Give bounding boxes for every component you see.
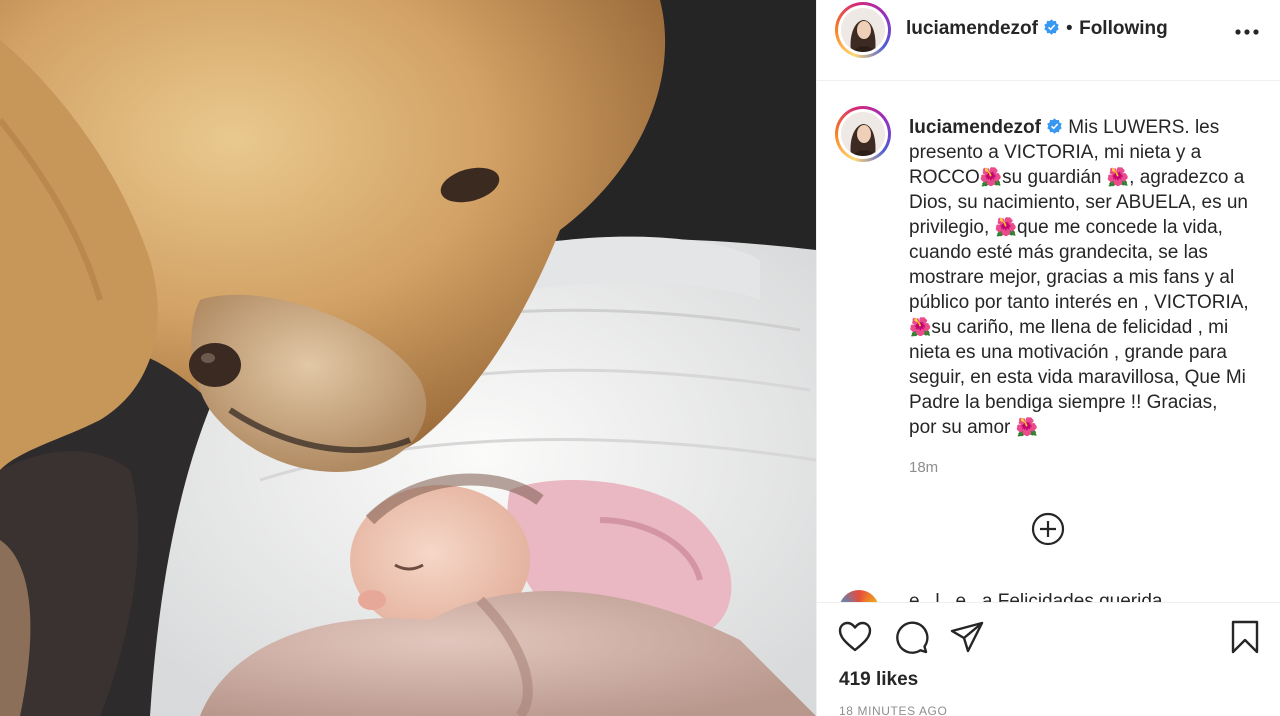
hibiscus-emoji: 🌺 [909, 317, 932, 337]
caption-timestamp[interactable]: 18m [909, 459, 938, 476]
post-side-panel: luciamendezof • Following luciamendezof … [816, 0, 1280, 716]
plus-circle-icon[interactable] [1031, 512, 1065, 546]
verified-badge-icon [1047, 118, 1062, 134]
caption-text-2: su guardián [1002, 167, 1107, 188]
paper-plane-icon[interactable] [949, 619, 985, 655]
post-caption: luciamendezof Mis LUWERS. les presento a… [909, 115, 1249, 440]
post-time-ago[interactable]: 18 MINUTES AGO [839, 704, 947, 716]
separator-dot: • [1065, 18, 1073, 39]
hibiscus-emoji: 🌺 [1106, 167, 1130, 187]
photo-dog-and-baby [0, 0, 816, 716]
verified-badge-icon [1044, 19, 1059, 35]
commenter-avatar[interactable] [839, 590, 879, 602]
hibiscus-emoji: 🌺 [979, 167, 1003, 187]
hibiscus-emoji: 🌺 [994, 217, 1017, 237]
header-username[interactable]: luciamendezof [906, 18, 1038, 39]
hibiscus-emoji: 🌺 [1015, 417, 1039, 437]
caption-username[interactable]: luciamendezof [909, 117, 1041, 138]
more-options-icon[interactable] [1235, 28, 1259, 36]
comment-bubble-icon[interactable] [893, 619, 929, 655]
post-photo[interactable] [0, 0, 816, 716]
following-button[interactable]: Following [1079, 18, 1168, 39]
likes-count[interactable]: 419 likes [839, 669, 918, 691]
caption-avatar[interactable] [835, 106, 891, 162]
comments-section[interactable]: luciamendezof Mis LUWERS. les presento a… [817, 82, 1280, 602]
action-bar: 419 likes 18 MINUTES AGO [817, 602, 1280, 716]
avatar-photo [841, 8, 885, 52]
caption-text-5: su cariño, me llena de felicidad , mi ni… [909, 317, 1246, 438]
heart-icon[interactable] [837, 619, 873, 655]
post-header: luciamendezof • Following [817, 0, 1280, 81]
comment-text: e...l...e...a Felicidades querida [909, 591, 1163, 602]
bookmark-icon[interactable] [1227, 619, 1263, 655]
avatar-photo [841, 112, 885, 156]
next-comment-partial: e...l...e...a Felicidades querida [839, 590, 1259, 602]
avatar[interactable] [835, 2, 891, 58]
